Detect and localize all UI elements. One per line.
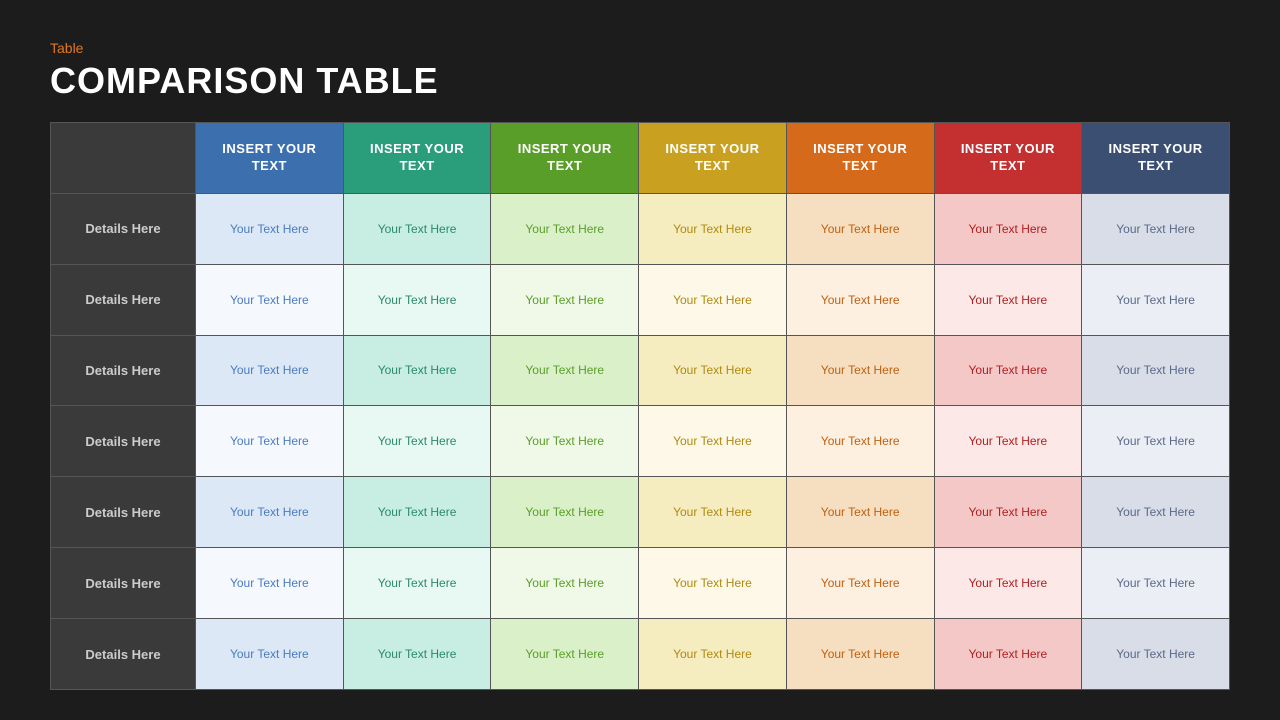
table-cell: Your Text Here: [343, 193, 491, 264]
row-label: Details Here: [51, 619, 196, 690]
header: Table COMPARISON TABLE: [50, 40, 1230, 102]
slide: Table COMPARISON TABLE INSERT YOUR TEXTI…: [0, 0, 1280, 720]
table-cell: Your Text Here: [491, 193, 639, 264]
table-cell: Your Text Here: [1082, 193, 1230, 264]
table-row: Details HereYour Text HereYour Text Here…: [51, 619, 1230, 690]
table-cell: Your Text Here: [196, 193, 344, 264]
table-container: INSERT YOUR TEXTINSERT YOUR TEXTINSERT Y…: [50, 122, 1230, 690]
table-cell: Your Text Here: [491, 335, 639, 406]
table-cell: Your Text Here: [639, 264, 787, 335]
table-cell: Your Text Here: [491, 406, 639, 477]
row-label: Details Here: [51, 264, 196, 335]
table-cell: Your Text Here: [1082, 477, 1230, 548]
table-cell: Your Text Here: [491, 548, 639, 619]
header-col-1: INSERT YOUR TEXT: [196, 123, 344, 194]
table-cell: Your Text Here: [1082, 619, 1230, 690]
comparison-table: INSERT YOUR TEXTINSERT YOUR TEXTINSERT Y…: [50, 122, 1230, 690]
header-label-col: [51, 123, 196, 194]
table-cell: Your Text Here: [343, 335, 491, 406]
table-cell: Your Text Here: [639, 193, 787, 264]
table-cell: Your Text Here: [934, 619, 1082, 690]
table-cell: Your Text Here: [491, 264, 639, 335]
table-cell: Your Text Here: [343, 477, 491, 548]
table-cell: Your Text Here: [786, 193, 934, 264]
table-cell: Your Text Here: [196, 406, 344, 477]
table-cell: Your Text Here: [196, 264, 344, 335]
table-cell: Your Text Here: [343, 406, 491, 477]
table-cell: Your Text Here: [786, 619, 934, 690]
header-col-3: INSERT YOUR TEXT: [491, 123, 639, 194]
table-cell: Your Text Here: [786, 477, 934, 548]
table-cell: Your Text Here: [196, 477, 344, 548]
table-cell: Your Text Here: [196, 619, 344, 690]
table-cell: Your Text Here: [1082, 548, 1230, 619]
row-label: Details Here: [51, 335, 196, 406]
table-cell: Your Text Here: [639, 619, 787, 690]
table-row: Details HereYour Text HereYour Text Here…: [51, 406, 1230, 477]
header-col-6: INSERT YOUR TEXT: [934, 123, 1082, 194]
table-cell: Your Text Here: [934, 548, 1082, 619]
table-cell: Your Text Here: [1082, 335, 1230, 406]
row-label: Details Here: [51, 193, 196, 264]
table-cell: Your Text Here: [491, 619, 639, 690]
table-cell: Your Text Here: [343, 619, 491, 690]
row-label: Details Here: [51, 548, 196, 619]
row-label: Details Here: [51, 477, 196, 548]
table-row: Details HereYour Text HereYour Text Here…: [51, 477, 1230, 548]
table-cell: Your Text Here: [196, 335, 344, 406]
table-row: Details HereYour Text HereYour Text Here…: [51, 264, 1230, 335]
table-cell: Your Text Here: [343, 264, 491, 335]
table-cell: Your Text Here: [1082, 406, 1230, 477]
row-label: Details Here: [51, 406, 196, 477]
table-cell: Your Text Here: [343, 548, 491, 619]
table-cell: Your Text Here: [786, 264, 934, 335]
table-cell: Your Text Here: [639, 548, 787, 619]
table-cell: Your Text Here: [934, 406, 1082, 477]
table-cell: Your Text Here: [934, 477, 1082, 548]
header-col-4: INSERT YOUR TEXT: [639, 123, 787, 194]
header-col-5: INSERT YOUR TEXT: [786, 123, 934, 194]
table-cell: Your Text Here: [786, 335, 934, 406]
header-label: Table: [50, 40, 1230, 56]
table-row: Details HereYour Text HereYour Text Here…: [51, 193, 1230, 264]
table-cell: Your Text Here: [196, 548, 344, 619]
page-title: COMPARISON TABLE: [50, 60, 1230, 102]
table-cell: Your Text Here: [934, 193, 1082, 264]
table-cell: Your Text Here: [1082, 264, 1230, 335]
table-cell: Your Text Here: [786, 548, 934, 619]
table-row: Details HereYour Text HereYour Text Here…: [51, 548, 1230, 619]
table-cell: Your Text Here: [639, 335, 787, 406]
table-row: Details HereYour Text HereYour Text Here…: [51, 335, 1230, 406]
table-cell: Your Text Here: [491, 477, 639, 548]
table-cell: Your Text Here: [934, 335, 1082, 406]
table-cell: Your Text Here: [786, 406, 934, 477]
table-cell: Your Text Here: [639, 477, 787, 548]
header-col-7: INSERT YOUR TEXT: [1082, 123, 1230, 194]
header-col-2: INSERT YOUR TEXT: [343, 123, 491, 194]
table-cell: Your Text Here: [934, 264, 1082, 335]
table-cell: Your Text Here: [639, 406, 787, 477]
